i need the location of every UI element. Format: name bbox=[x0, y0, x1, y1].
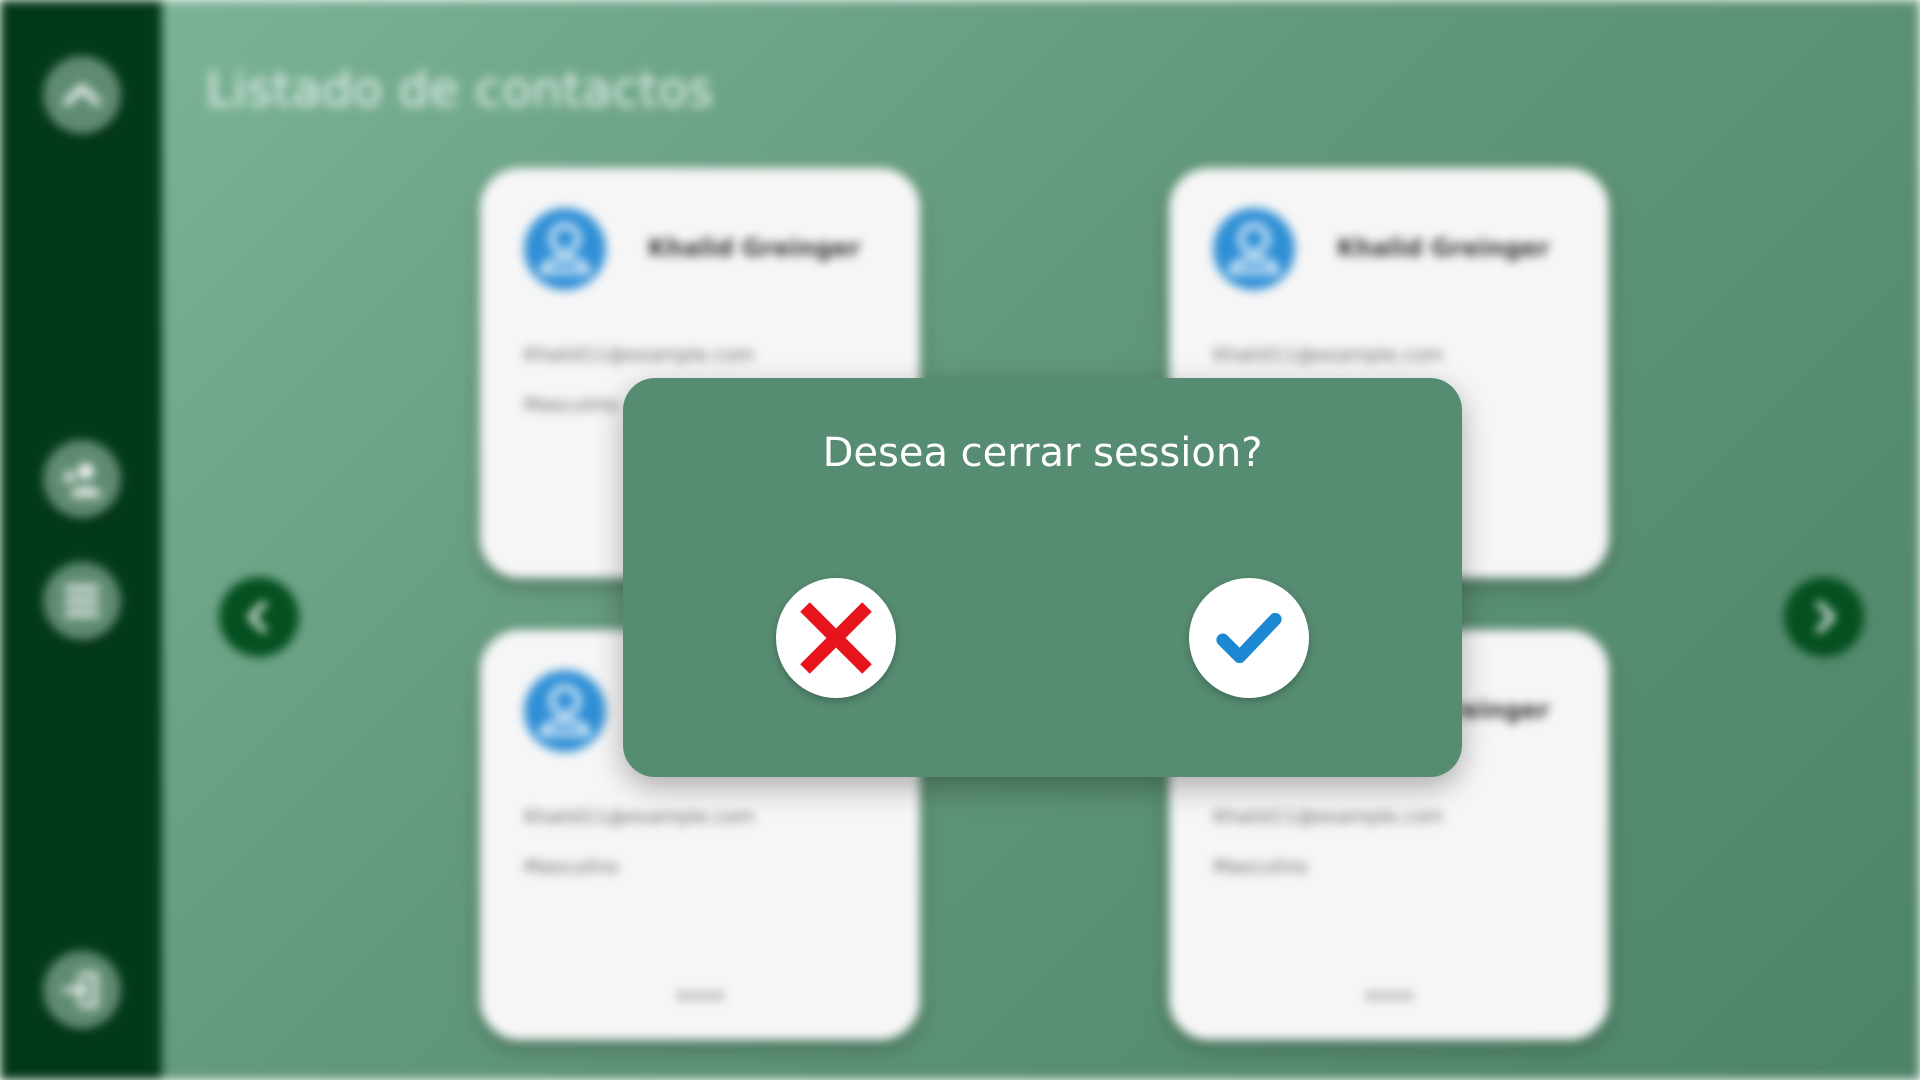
avatar-icon bbox=[524, 670, 606, 752]
cross-icon bbox=[800, 602, 872, 674]
checkmark-icon bbox=[1216, 612, 1282, 664]
next-page-button[interactable] bbox=[1784, 577, 1864, 657]
app-window: Listado de contactos Khalid Greinger Kha… bbox=[0, 0, 1920, 1080]
contact-name: Khalid Greinger bbox=[648, 234, 861, 262]
cancel-button[interactable] bbox=[776, 578, 896, 698]
previous-page-button[interactable] bbox=[219, 577, 299, 657]
contact-gender: Masculino bbox=[524, 856, 619, 878]
chevron-left-icon bbox=[248, 601, 267, 633]
contact-name: Khalid Greinger bbox=[1337, 234, 1550, 262]
contact-email: Khalid11@example.com bbox=[1213, 806, 1444, 828]
contact-footer: aaaaa bbox=[675, 985, 725, 1004]
chevron-right-icon bbox=[1816, 601, 1835, 633]
contact-footer: aaaaa bbox=[1364, 985, 1414, 1004]
contact-email: Khalid11@example.com bbox=[1213, 344, 1444, 366]
contact-gender: Masculino bbox=[524, 394, 619, 416]
list-icon bbox=[64, 585, 100, 617]
contact-gender: Masculino bbox=[1213, 856, 1308, 878]
avatar-icon bbox=[1213, 208, 1295, 290]
avatar-icon bbox=[524, 208, 606, 290]
scroll-up-button[interactable] bbox=[43, 56, 121, 134]
chevron-up-icon bbox=[63, 84, 101, 106]
page-title: Listado de contactos bbox=[206, 62, 714, 118]
contact-email: Khalid11@example.com bbox=[524, 806, 755, 828]
confirm-button[interactable] bbox=[1189, 578, 1309, 698]
logout-icon bbox=[62, 972, 98, 1008]
contact-email: Khalid11@example.com bbox=[524, 344, 755, 366]
logout-button[interactable] bbox=[43, 951, 121, 1029]
dialog-question: Desea cerrar session? bbox=[822, 430, 1263, 476]
add-user-icon bbox=[62, 463, 102, 497]
contact-list-button[interactable] bbox=[43, 562, 121, 640]
logout-confirm-dialog: Desea cerrar session? bbox=[623, 378, 1462, 777]
add-contact-button[interactable] bbox=[43, 440, 121, 518]
sidebar bbox=[0, 0, 162, 1080]
